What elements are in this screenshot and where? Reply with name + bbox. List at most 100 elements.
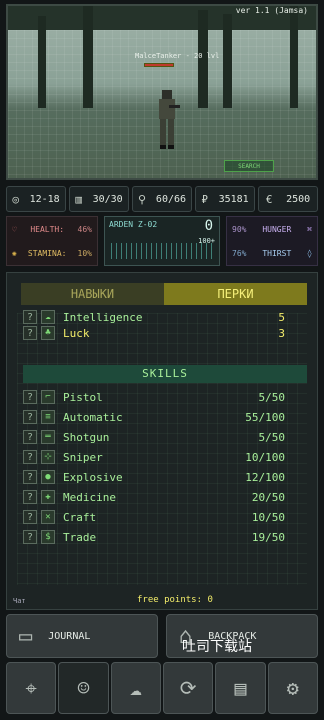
tab-skills[interactable]: НАВЫКИ [21, 283, 164, 305]
clover-icon: ♣ [41, 326, 55, 340]
skill-row-shotgun: ? ═ Shotgun 5/50 [23, 427, 307, 447]
brain-icon: ☁ [41, 310, 55, 324]
skill-name: Craft [63, 510, 97, 524]
attribute-row-luck: ? ♣ Luck 3 [23, 323, 307, 343]
enemy-health-bar [144, 63, 174, 67]
skill-value: 10/100 [245, 450, 285, 464]
skill-name: Sniper [63, 450, 103, 464]
attribute-name: Intelligence [63, 310, 143, 324]
sniper-icon: ⊹ [41, 450, 55, 464]
exchange-icon[interactable]: ⟳ [162, 662, 214, 714]
health-icon: ♡ [12, 224, 17, 234]
thirst-row: 76% THIRST ◊ [227, 241, 317, 265]
character-icon[interactable]: ☺ [58, 662, 109, 714]
brain-icon[interactable]: ☁ [110, 662, 161, 714]
journal-label: JOURNAL [48, 630, 91, 642]
radio-label: ARDEN Z-02 [109, 220, 158, 229]
thirst-label: THIRST [262, 248, 292, 258]
tree [83, 6, 93, 108]
grenade-icon: ● [41, 470, 55, 484]
attribute-value: 5 [278, 310, 285, 324]
radio-value: 0 [204, 218, 213, 234]
weight-stat: ⚲ 60/66 [132, 186, 192, 212]
help-icon[interactable]: ? [23, 326, 37, 340]
help-icon[interactable]: ? [23, 470, 37, 484]
tree [223, 14, 232, 108]
enemy-name: MalceTanker - 20 lvl [135, 52, 220, 60]
tree [290, 6, 298, 108]
damage-value: 12-18 [29, 193, 60, 205]
skill-value: 19/50 [251, 530, 285, 544]
book-icon: ▭ [19, 623, 33, 649]
game-scene: ver 1.1 (Jamsa) MalceTanker - 20 lvl SEA… [6, 4, 318, 180]
version-label: ver 1.1 (Jamsa) [235, 6, 308, 15]
tab-perks[interactable]: ПЕРКИ [164, 283, 307, 305]
skill-row-pistol: ? ⌐ Pistol 5/50 [23, 387, 307, 407]
skill-value: 5/50 [258, 430, 286, 444]
stamina-icon: ✺ [12, 248, 17, 258]
hunger-icon: ⌘ [307, 224, 312, 234]
map-icon[interactable]: ⌖ [6, 662, 57, 714]
skill-row-automatic: ? ≡ Automatic 55/100 [23, 407, 307, 427]
health-value: 46% [77, 224, 92, 234]
stamina-label: STAMINA: [27, 248, 67, 258]
skill-row-sniper: ? ⊹ Sniper 10/100 [23, 447, 307, 467]
enemy-soldier[interactable] [154, 90, 180, 150]
radio-icon[interactable]: ▤ [215, 662, 266, 714]
skill-value: 12/100 [245, 470, 285, 484]
stat-bar: ◎ 12-18 ▥ 30/30 ⚲ 60/66 ₽35181 €2500 [6, 186, 318, 212]
help-icon[interactable]: ? [23, 410, 37, 424]
stamina-row: ✺ STAMINA: 10% [7, 241, 97, 265]
watermark: 吐司下载站 [182, 639, 252, 655]
skill-value: 20/50 [251, 490, 285, 504]
vitals-panel: ♡ HEALTH: 46% ✺ STAMINA: 10% ARDEN Z-02 … [6, 216, 318, 266]
tools-icon: ✕ [41, 510, 55, 524]
stamina-value: 10% [77, 248, 92, 258]
rifle-icon: ≡ [41, 410, 55, 424]
health-stamina-box: ♡ HEALTH: 46% ✺ STAMINA: 10% [6, 216, 98, 266]
help-icon[interactable]: ? [23, 450, 37, 464]
help-icon[interactable]: ? [23, 430, 37, 444]
help-icon[interactable]: ? [23, 390, 37, 404]
settings-icon[interactable]: ⚙ [267, 662, 318, 714]
euro-icon: € [265, 192, 273, 206]
search-button[interactable]: SEARCH [224, 160, 274, 172]
pistol-icon: ⌐ [41, 390, 55, 404]
radio-detector[interactable]: ARDEN Z-02 0 100+ [104, 216, 220, 266]
skill-value: 55/100 [245, 410, 285, 424]
target-icon: ◎ [12, 192, 19, 206]
skill-name: Medicine [63, 490, 116, 504]
journal-button[interactable]: ▭ JOURNAL [6, 614, 158, 658]
skill-name: Explosive [63, 470, 123, 484]
weight-value: 60/66 [155, 193, 187, 205]
radio-dial [111, 243, 213, 259]
medicine-icon: ✚ [41, 490, 55, 504]
skill-row-medicine: ? ✚ Medicine 20/50 [23, 487, 307, 507]
euro-value: 2500 [286, 193, 311, 205]
help-icon[interactable]: ? [23, 510, 37, 524]
help-icon[interactable]: ? [23, 530, 37, 544]
bottom-nav: ⌖ ☺ ☁ ⟳ ▤ ⚙ [6, 662, 318, 714]
rouble-icon: ₽ [201, 192, 208, 206]
skills-header: SKILLS [23, 365, 307, 383]
hunger-row: 90% HUNGER ⌘ [227, 217, 317, 241]
attribute-name: Luck [63, 326, 90, 340]
help-icon[interactable]: ? [23, 310, 37, 324]
skill-row-explosive: ? ● Explosive 12/100 [23, 467, 307, 487]
trade-icon: $ [41, 530, 55, 544]
euro-stat: €2500 [258, 186, 318, 212]
panel-tabs: НАВЫКИ ПЕРКИ [21, 283, 307, 305]
skill-value: 10/50 [251, 510, 285, 524]
skill-row-craft: ? ✕ Craft 10/50 [23, 507, 307, 527]
chat-button[interactable]: Чат [13, 597, 26, 605]
skill-row-trade: ? $ Trade 19/50 [23, 527, 307, 547]
thirst-value: 76% [232, 248, 247, 258]
ammo-icon: ▥ [75, 192, 82, 206]
weight-icon: ⚲ [137, 192, 147, 206]
skill-name: Automatic [63, 410, 123, 424]
health-row: ♡ HEALTH: 46% [7, 217, 97, 241]
attribute-value: 3 [278, 326, 285, 340]
ammo-stat: ▥ 30/30 [69, 186, 129, 212]
help-icon[interactable]: ? [23, 490, 37, 504]
damage-stat: ◎ 12-18 [6, 186, 66, 212]
